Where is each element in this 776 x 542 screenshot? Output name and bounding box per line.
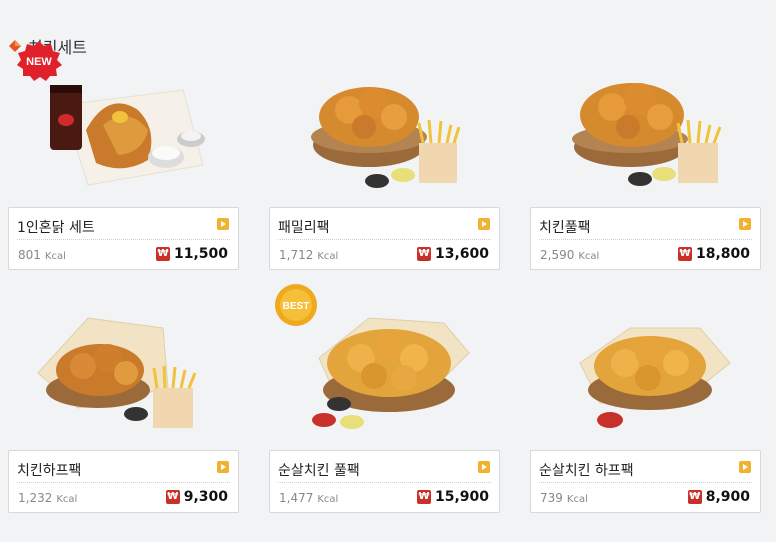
product-kcal: 739 Kcal — [540, 491, 588, 505]
product-info[interactable]: 치킨풀팩 2,590 Kcal ₩18,800 — [530, 207, 761, 270]
product-info[interactable]: 순살치킨 하프팩 739 Kcal ₩8,900 — [530, 450, 761, 513]
product-image[interactable] — [8, 278, 239, 443]
divider — [17, 482, 230, 483]
arrow-right-icon[interactable] — [739, 461, 751, 473]
product-name[interactable]: 치킨풀팩 — [539, 217, 591, 237]
divider — [17, 239, 230, 240]
won-icon: ₩ — [155, 247, 170, 261]
product-name[interactable]: 순살치킨 풀팩 — [278, 460, 360, 480]
product-name[interactable]: 순살치킨 하프팩 — [539, 460, 634, 480]
product-price: ₩13,600 — [416, 246, 489, 262]
product-info[interactable]: 1인혼닭 세트 801 Kcal ₩11,500 — [8, 207, 239, 270]
product-kcal: 1,232 Kcal — [18, 491, 78, 505]
product-card[interactable]: 치킨하프팩 1,232 Kcal ₩9,300 — [8, 278, 239, 542]
divider — [278, 239, 491, 240]
divider — [278, 482, 491, 483]
product-card[interactable]: NEW 1인혼닭 세트 801 Kcal ₩11,500 — [8, 35, 239, 305]
product-price: ₩11,500 — [155, 246, 228, 262]
won-icon: ₩ — [165, 490, 180, 504]
product-kcal: 2,590 Kcal — [540, 248, 600, 262]
won-icon: ₩ — [416, 247, 431, 261]
arrow-right-icon[interactable] — [217, 461, 229, 473]
product-info[interactable]: 순살치킨 풀팩 1,477 Kcal ₩15,900 — [269, 450, 500, 513]
product-card[interactable]: 패밀리팩 1,712 Kcal ₩13,600 — [269, 35, 500, 305]
product-kcal: 801 Kcal — [18, 248, 66, 262]
arrow-right-icon[interactable] — [217, 218, 229, 230]
won-icon: ₩ — [687, 490, 702, 504]
product-name[interactable]: 패밀리팩 — [278, 217, 330, 237]
product-image[interactable] — [530, 35, 761, 200]
divider — [539, 482, 752, 483]
product-card[interactable]: 순살치킨 하프팩 739 Kcal ₩8,900 — [530, 278, 761, 542]
product-card[interactable]: 치킨풀팩 2,590 Kcal ₩18,800 — [530, 35, 761, 305]
product-kcal: 1,477 Kcal — [279, 491, 339, 505]
product-price: ₩15,900 — [416, 489, 489, 505]
product-price: ₩8,900 — [687, 489, 750, 505]
arrow-right-icon[interactable] — [478, 218, 490, 230]
arrow-right-icon[interactable] — [478, 461, 490, 473]
won-icon: ₩ — [416, 490, 431, 504]
arrow-right-icon[interactable] — [739, 218, 751, 230]
product-info[interactable]: 치킨하프팩 1,232 Kcal ₩9,300 — [8, 450, 239, 513]
product-card[interactable]: BEST 순살치킨 풀팩 1,477 Kcal ₩15,900 — [269, 278, 500, 542]
product-name[interactable]: 치킨하프팩 — [17, 460, 81, 480]
best-badge: BEST — [275, 284, 317, 326]
divider — [539, 239, 752, 240]
won-icon: ₩ — [677, 247, 692, 261]
product-image[interactable] — [269, 35, 500, 200]
product-price: ₩9,300 — [165, 489, 228, 505]
product-info[interactable]: 패밀리팩 1,712 Kcal ₩13,600 — [269, 207, 500, 270]
product-image[interactable] — [530, 278, 761, 443]
product-name[interactable]: 1인혼닭 세트 — [17, 217, 95, 237]
new-badge-text: NEW — [26, 56, 52, 68]
best-badge-text: BEST — [283, 301, 310, 312]
new-badge: NEW — [17, 41, 62, 81]
product-price: ₩18,800 — [677, 246, 750, 262]
product-kcal: 1,712 Kcal — [279, 248, 339, 262]
